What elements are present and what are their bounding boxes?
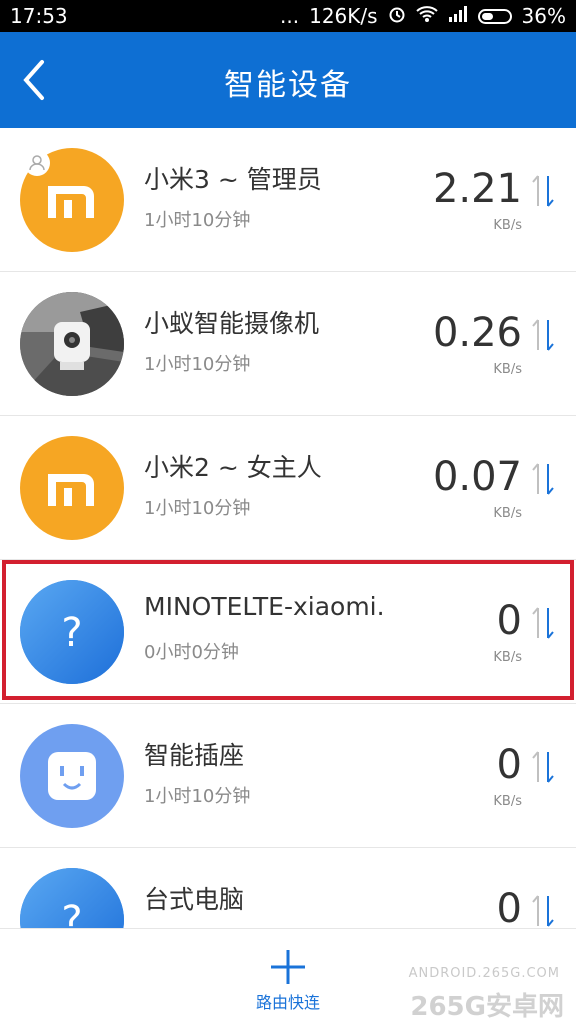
- smart-plug-icon: [20, 724, 124, 828]
- device-name: 智能插座: [144, 741, 245, 770]
- highlight-box: [2, 560, 574, 700]
- status-bar: 17:53 ... 126K/s 36%: [0, 0, 576, 32]
- up-down-arrows-icon: [532, 751, 554, 783]
- network-speed: 126K/s: [309, 4, 378, 28]
- question-icon: ?: [20, 868, 124, 928]
- plus-icon: [271, 950, 305, 984]
- device-row-desktop[interactable]: ? 台式电脑 0: [0, 848, 576, 928]
- page-title: 智能设备: [224, 68, 352, 103]
- device-name: 小蚁智能摄像机: [144, 309, 320, 338]
- speed-unit: KB/s: [493, 506, 522, 521]
- admin-badge: [24, 150, 50, 176]
- app-bar: 智能设备: [0, 32, 576, 128]
- battery-icon: [477, 8, 512, 24]
- up-down-arrows-icon: [532, 319, 554, 351]
- speed-unit: KB/s: [493, 794, 522, 809]
- device-online-time: 1小时10分钟: [144, 786, 251, 807]
- mi-logo-icon: [20, 436, 124, 540]
- up-down-arrows-icon: [532, 895, 554, 927]
- device-online-time: 1小时10分钟: [144, 354, 251, 375]
- alarm-icon: [388, 4, 406, 28]
- battery-percent: 36%: [521, 4, 566, 28]
- device-name: 小米2 ~ 女主人: [144, 453, 322, 482]
- device-list[interactable]: 小米3 ~ 管理员 1小时10分钟 2.21 KB/s 小蚁智能摄像机 1小时1…: [0, 128, 576, 928]
- camera-photo-icon: [20, 292, 124, 396]
- svg-text:?: ?: [61, 898, 82, 928]
- device-online-time: 1小时10分钟: [144, 210, 251, 231]
- speed-unit: KB/s: [493, 218, 522, 233]
- status-time: 17:53: [10, 4, 68, 28]
- status-right: ... 126K/s 36%: [280, 4, 566, 28]
- signal-icon: [448, 4, 468, 28]
- device-online-time: 1小时10分钟: [144, 498, 251, 519]
- up-down-arrows-icon: [532, 175, 554, 207]
- device-name: 台式电脑: [144, 885, 245, 914]
- device-row-xiaomi2[interactable]: 小米2 ~ 女主人 1小时10分钟 0.07 KB/s: [0, 416, 576, 560]
- device-speed: 0.26: [432, 310, 522, 356]
- router-connect-button[interactable]: [268, 947, 308, 987]
- device-row-camera[interactable]: 小蚁智能摄像机 1小时10分钟 0.26 KB/s: [0, 272, 576, 416]
- device-row-xiaomi3[interactable]: 小米3 ~ 管理员 1小时10分钟 2.21 KB/s: [0, 128, 576, 272]
- device-speed: 0: [496, 742, 522, 788]
- user-icon: [29, 155, 45, 171]
- speed-unit: KB/s: [493, 362, 522, 377]
- device-speed: 0.07: [432, 454, 522, 500]
- wifi-icon: [415, 4, 438, 28]
- device-speed: 0: [496, 886, 522, 928]
- device-speed: 2.21: [432, 166, 522, 212]
- status-dots: ...: [280, 4, 300, 28]
- device-name: 小米3 ~ 管理员: [144, 165, 322, 194]
- device-row-smart-plug[interactable]: 智能插座 1小时10分钟 0 KB/s: [0, 704, 576, 848]
- up-down-arrows-icon: [532, 463, 554, 495]
- watermark-logo: 265G安卓网: [410, 992, 564, 1022]
- watermark-url: ANDROID.265G.COM: [408, 966, 560, 981]
